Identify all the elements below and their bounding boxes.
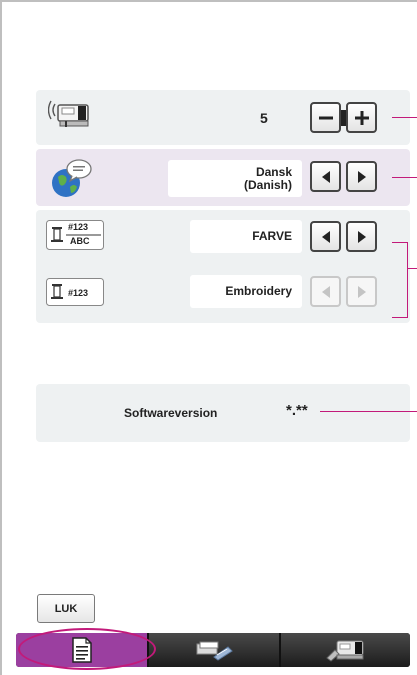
language-value-box: Dansk (Danish) bbox=[168, 160, 302, 197]
thread-number-icon: #123 bbox=[46, 278, 104, 306]
thread-display-prev-button[interactable] bbox=[310, 221, 341, 252]
settings-screen: 5 Dansk (Danish) #123 ABC FARVE #123 Emb… bbox=[0, 0, 417, 675]
thread-number-prev-button[interactable] bbox=[310, 276, 341, 307]
embroidery-hoop-icon bbox=[194, 639, 234, 661]
language-value-line1: Dansk bbox=[255, 164, 292, 179]
thread-number-abc-icon: #123 ABC bbox=[46, 220, 104, 250]
active-tab-highlight-ellipse bbox=[18, 628, 156, 670]
thread-display-value-box: FARVE bbox=[190, 220, 302, 253]
callout-thread-line bbox=[407, 268, 417, 269]
software-panel: Softwareversion *.** bbox=[36, 384, 410, 442]
thread-number-next-button[interactable] bbox=[346, 276, 377, 307]
language-value-line2: (Danish) bbox=[244, 177, 292, 192]
tab-embroidery-settings[interactable] bbox=[149, 633, 279, 667]
language-prev-button[interactable] bbox=[310, 161, 341, 192]
callout-thread-bracket bbox=[407, 242, 408, 318]
callout-volume-line bbox=[392, 117, 417, 118]
thread-display-value: FARVE bbox=[252, 229, 292, 243]
volume-plus-button[interactable] bbox=[346, 102, 377, 133]
machine-settings-icon bbox=[325, 638, 367, 662]
language-next-button[interactable] bbox=[346, 161, 377, 192]
volume-value: 5 bbox=[260, 110, 268, 126]
language-panel: Dansk (Danish) bbox=[36, 149, 410, 206]
close-button-label: LUK bbox=[54, 602, 78, 615]
thread-display-next-button[interactable] bbox=[346, 221, 377, 252]
close-button[interactable]: LUK bbox=[37, 594, 95, 623]
thread-number-icon-text: #123 bbox=[68, 288, 89, 298]
thread-panel: #123 ABC FARVE #123 Embroidery bbox=[36, 210, 410, 323]
callout-software-line bbox=[320, 411, 417, 412]
software-version-value: *.** bbox=[286, 402, 308, 419]
globe-speech-icon bbox=[50, 157, 92, 199]
software-version-label: Softwareversion bbox=[124, 406, 218, 420]
callout-thread-bracket-bottom bbox=[392, 317, 408, 318]
thread-number-value: Embroidery bbox=[225, 284, 292, 298]
callout-language-line bbox=[392, 177, 417, 178]
volume-panel: 5 bbox=[36, 90, 410, 145]
thread-display-icon-bottom: ABC bbox=[70, 236, 90, 246]
thread-display-icon-top: #123 bbox=[68, 222, 89, 232]
volume-minus-button[interactable] bbox=[310, 102, 341, 133]
thread-number-value-box: Embroidery bbox=[190, 275, 302, 308]
sewing-machine-sound-icon bbox=[48, 99, 92, 133]
callout-thread-bracket-top bbox=[392, 242, 408, 243]
tab-machine-settings[interactable] bbox=[281, 633, 410, 667]
